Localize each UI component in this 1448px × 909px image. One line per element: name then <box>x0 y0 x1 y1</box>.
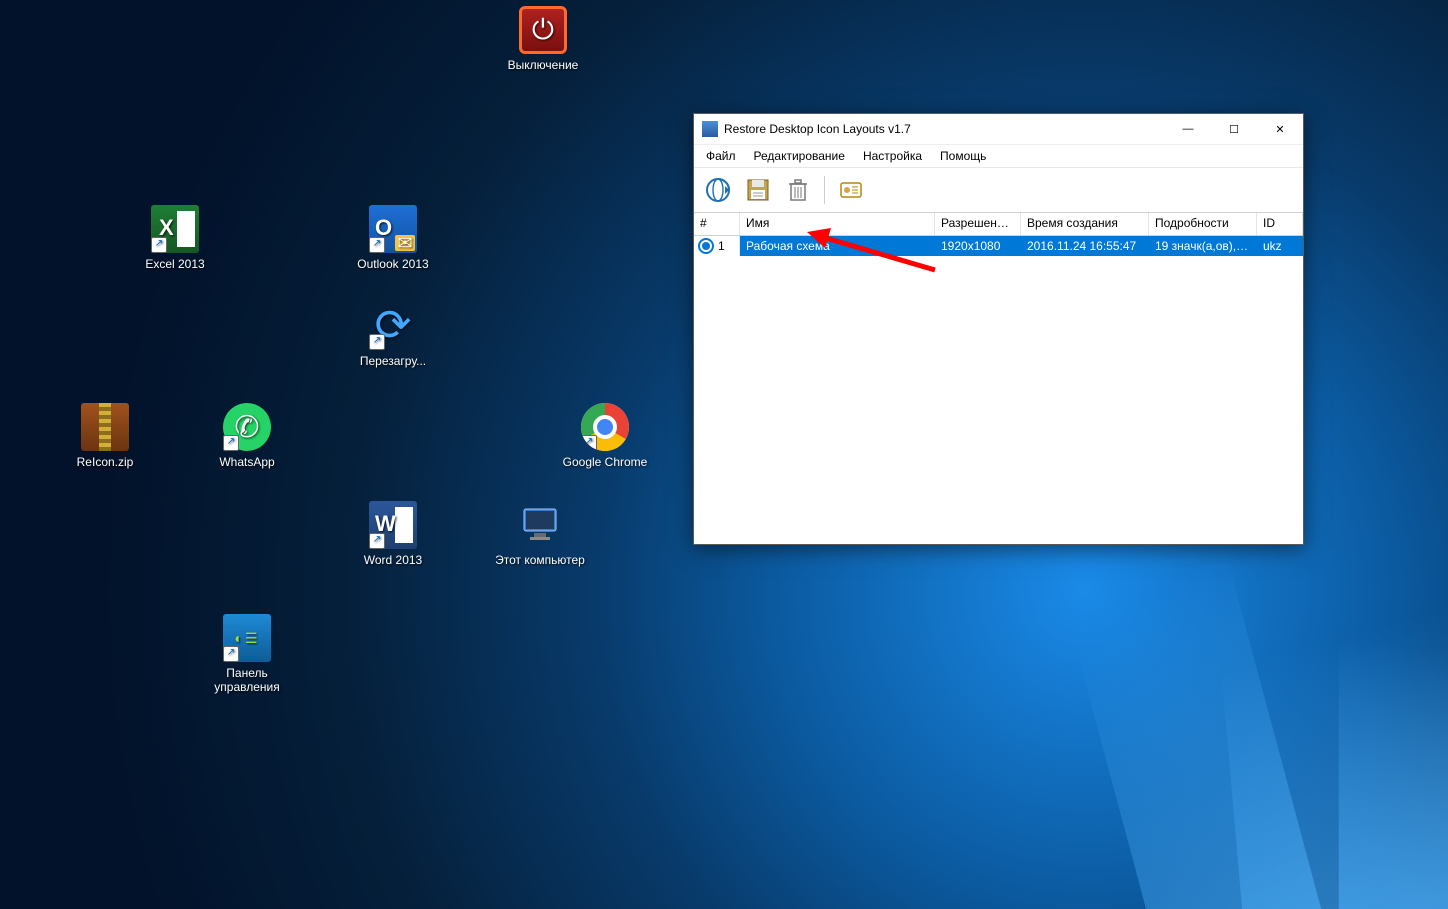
icon-label: Google Chrome <box>560 455 650 469</box>
toolbar <box>694 168 1303 213</box>
menu-edit[interactable]: Редактирование <box>746 147 853 165</box>
col-header-id[interactable]: ID <box>1257 213 1303 235</box>
close-button[interactable]: ✕ <box>1257 114 1303 144</box>
id-card-icon <box>839 178 863 202</box>
desktop-icon-excel[interactable]: ↗ Excel 2013 <box>130 205 220 271</box>
column-headers: # Имя Разрешение … Время создания Подроб… <box>694 213 1303 236</box>
desktop-icon-this-pc[interactable]: Этот компьютер <box>495 501 585 567</box>
row-index: 1 <box>718 239 725 253</box>
toolbar-separator <box>824 176 825 204</box>
restore-layout-button[interactable] <box>700 172 736 208</box>
chrome-icon: ↗ <box>581 403 629 451</box>
menu-settings[interactable]: Настройка <box>855 147 930 165</box>
icon-label: Word 2013 <box>348 553 438 567</box>
minimize-button[interactable]: ― <box>1165 114 1211 144</box>
delete-layout-button[interactable] <box>780 172 816 208</box>
shortcut-arrow-icon: ↗ <box>223 435 239 451</box>
row-id: ukz <box>1257 236 1303 256</box>
row-name: Рабочая схема <box>740 236 935 256</box>
icon-label: ReIcon.zip <box>60 455 150 469</box>
icon-label: Перезагру... <box>348 354 438 368</box>
word-icon: ↗ <box>369 501 417 549</box>
menubar: Файл Редактирование Настройка Помощь <box>694 145 1303 168</box>
save-layout-button[interactable] <box>740 172 776 208</box>
menu-help[interactable]: Помощь <box>932 147 994 165</box>
row-resolution: 1920x1080 <box>935 236 1021 256</box>
col-header-resolution[interactable]: Разрешение … <box>935 213 1021 235</box>
outlook-icon: ↗ <box>369 205 417 253</box>
icon-label: Excel 2013 <box>130 257 220 271</box>
shortcut-arrow-icon: ↗ <box>223 646 239 662</box>
shortcut-arrow-icon: ↗ <box>151 237 167 253</box>
desktop-icon-whatsapp[interactable]: ↗ WhatsApp <box>202 403 292 469</box>
window-title: Restore Desktop Icon Layouts v1.7 <box>724 122 911 136</box>
archive-icon <box>81 403 129 451</box>
trash-icon <box>786 178 810 202</box>
icon-label: Этот компьютер <box>495 553 585 567</box>
globe-arrow-icon <box>705 177 731 203</box>
desktop-icon-chrome[interactable]: ↗ Google Chrome <box>560 403 650 469</box>
desktop-icon-word[interactable]: ↗ Word 2013 <box>348 501 438 567</box>
app-icon <box>702 121 718 137</box>
col-header-index[interactable]: # <box>694 213 740 235</box>
refresh-icon: ⟳↗ <box>369 302 417 350</box>
radio-selected-icon <box>698 238 714 254</box>
shortcut-arrow-icon: ↗ <box>369 533 385 549</box>
icon-label: Панель управления <box>202 666 292 694</box>
app-window-restore-desktop-icon-layouts: Restore Desktop Icon Layouts v1.7 ― ☐ ✕ … <box>693 113 1304 545</box>
whatsapp-icon: ↗ <box>223 403 271 451</box>
row-index-cell: 1 <box>694 236 740 256</box>
computer-icon <box>516 501 564 549</box>
wallpaper-rays <box>948 509 1448 909</box>
icon-label: Outlook 2013 <box>348 257 438 271</box>
layout-list[interactable]: 1 Рабочая схема 1920x1080 2016.11.24 16:… <box>694 236 1303 544</box>
menu-file[interactable]: Файл <box>698 147 744 165</box>
row-created: 2016.11.24 16:55:47 <box>1021 236 1149 256</box>
floppy-icon <box>746 178 770 202</box>
desktop-icon-reboot[interactable]: ⟳↗ Перезагру... <box>348 302 438 368</box>
desktop-icon-power[interactable]: Выключение <box>498 6 588 72</box>
about-button[interactable] <box>833 172 869 208</box>
desktop-icon-outlook[interactable]: ↗ Outlook 2013 <box>348 205 438 271</box>
shortcut-arrow-icon: ↗ <box>369 237 385 253</box>
col-header-name[interactable]: Имя <box>740 213 935 235</box>
shortcut-arrow-icon: ↗ <box>581 435 597 451</box>
table-row[interactable]: 1 Рабочая схема 1920x1080 2016.11.24 16:… <box>694 236 1303 256</box>
control-panel-icon: ↗ <box>223 614 271 662</box>
power-icon <box>519 6 567 54</box>
titlebar[interactable]: Restore Desktop Icon Layouts v1.7 ― ☐ ✕ <box>694 114 1303 145</box>
col-header-details[interactable]: Подробности <box>1149 213 1257 235</box>
shortcut-arrow-icon: ↗ <box>369 334 385 350</box>
desktop-icon-reicon-zip[interactable]: ReIcon.zip <box>60 403 150 469</box>
row-details: 19 значк(а,ов), help <box>1149 236 1257 256</box>
icon-label: WhatsApp <box>202 455 292 469</box>
desktop-icon-control-panel[interactable]: ↗ Панель управления <box>202 614 292 694</box>
maximize-button[interactable]: ☐ <box>1211 114 1257 144</box>
col-header-created[interactable]: Время создания <box>1021 213 1149 235</box>
excel-icon: ↗ <box>151 205 199 253</box>
icon-label: Выключение <box>498 58 588 72</box>
